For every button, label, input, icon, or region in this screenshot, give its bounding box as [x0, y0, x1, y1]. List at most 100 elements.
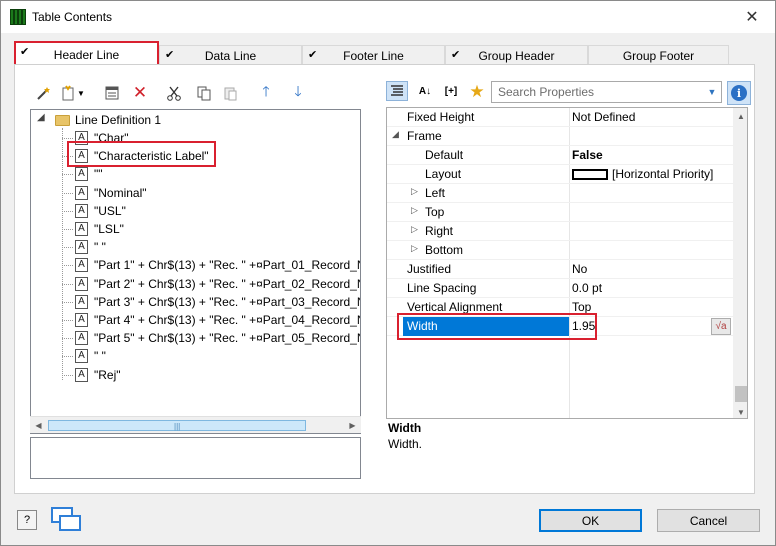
tree-root-line-definition[interactable]: ◢ Line Definition 1: [31, 111, 360, 129]
tab-footer-line[interactable]: ✔ Footer Line: [302, 45, 445, 66]
cancel-button[interactable]: Cancel: [657, 509, 760, 532]
paste-icon[interactable]: [219, 83, 241, 103]
tree-item[interactable]: A "Part 1" + Chr$(13) + "Rec. " +¤Part_01…: [31, 256, 361, 274]
tree-item-label: "Nominal": [94, 185, 147, 200]
windows-icon[interactable]: [51, 507, 83, 533]
tree-item[interactable]: A "USL": [31, 202, 360, 220]
collapse-arrow-icon[interactable]: ◢: [392, 129, 399, 140]
property-row[interactable]: Fixed Height Not Defined: [387, 108, 733, 127]
tab-content-panel: ▼ ✕ 🡑 🡓 ◢ Line Definition 1 A "Char" A "…: [14, 64, 755, 494]
property-value[interactable]: [Horizontal Priority]: [612, 167, 713, 181]
property-row[interactable]: Default False: [387, 146, 733, 165]
categorized-icon[interactable]: [386, 81, 408, 101]
move-up-icon[interactable]: 🡑: [255, 83, 277, 103]
magic-wand-icon[interactable]: [33, 83, 55, 103]
property-row[interactable]: Width 1.95 √a: [387, 317, 733, 336]
ok-button[interactable]: OK: [539, 509, 642, 532]
property-value[interactable]: 1.95: [572, 319, 595, 333]
tree-item-label: "": [94, 167, 103, 182]
tree-item[interactable]: A "LSL": [31, 220, 360, 238]
property-name: Line Spacing: [407, 281, 477, 295]
scroll-thumb[interactable]: |||: [48, 420, 306, 431]
property-grid[interactable]: Fixed Height Not Defined ◢ Frame Default Fals…: [386, 107, 748, 419]
scroll-left-icon[interactable]: ◀: [31, 419, 46, 432]
check-icon: ✔: [451, 49, 461, 61]
tab-group-footer[interactable]: Group Footer: [588, 45, 729, 66]
property-name: Bottom: [425, 243, 464, 257]
tree-horizontal-scrollbar[interactable]: ◀ ||| ▶: [30, 416, 361, 433]
tree-item-label: "Rej": [94, 367, 121, 382]
tree-item[interactable]: A "Part 4" + Chr$(13) + "Rec. " +¤Part_04…: [31, 311, 360, 329]
scroll-right-icon[interactable]: ▶: [345, 419, 360, 432]
scroll-thumb[interactable]: [735, 386, 747, 402]
property-row[interactable]: Line Spacing 0.0 pt: [387, 279, 733, 298]
collapse-arrow-icon[interactable]: ◢: [37, 112, 45, 123]
move-down-icon[interactable]: 🡓: [287, 83, 309, 103]
close-button[interactable]: ✕: [729, 1, 775, 32]
info-button[interactable]: i: [727, 81, 751, 105]
expand-collapse-icon[interactable]: [+]: [438, 81, 464, 101]
property-row[interactable]: Justified No: [387, 260, 733, 279]
frame-layout-swatch: [572, 169, 608, 180]
help-button[interactable]: ?: [17, 510, 37, 530]
properties-icon[interactable]: [101, 83, 123, 103]
tree-item[interactable]: A "Characteristic Label": [31, 147, 360, 165]
tree-item-label: "Part 2" + Chr$(13) + "Rec. " +¤Part_02_…: [94, 276, 361, 291]
tree-item[interactable]: A "Part 3" + Chr$(13) + "Rec. " +¤Part_03…: [31, 293, 360, 311]
property-row[interactable]: ◢ Frame: [387, 127, 733, 146]
scroll-up-icon[interactable]: ▲: [733, 108, 747, 124]
tree-item[interactable]: A "Part 5" + Chr$(13) + "Rec. " +¤Part_05…: [31, 329, 360, 347]
search-properties-input[interactable]: Search Properties ▼: [491, 81, 722, 103]
property-vertical-scrollbar[interactable]: ▲ ▼: [733, 108, 747, 418]
property-value[interactable]: False: [572, 148, 603, 162]
tree-item[interactable]: A "": [31, 165, 360, 183]
favorite-star-icon[interactable]: ★: [466, 82, 488, 102]
scroll-down-icon[interactable]: ▼: [733, 404, 747, 418]
tab-label: Group Header: [478, 49, 555, 63]
property-name: Right: [425, 224, 454, 238]
expand-arrow-icon[interactable]: ▷: [411, 186, 418, 197]
expand-arrow-icon[interactable]: ▷: [411, 224, 418, 235]
search-dropdown-icon[interactable]: ▼: [704, 83, 720, 101]
preview-box: [30, 437, 361, 479]
property-row[interactable]: Vertical Alignment Top: [387, 298, 733, 317]
tree-item[interactable]: A "Rej": [31, 366, 360, 384]
tree-item-label: "USL": [94, 203, 126, 218]
property-row[interactable]: ▷ Top: [387, 203, 733, 222]
property-value[interactable]: No: [572, 262, 587, 276]
tree-item[interactable]: A " ": [31, 238, 360, 256]
tree-item[interactable]: A "Nominal": [31, 184, 360, 202]
sort-az-icon[interactable]: A↓: [414, 81, 436, 101]
tab-group-header[interactable]: ✔ Group Header: [445, 45, 588, 66]
property-row[interactable]: ▷ Right: [387, 222, 733, 241]
text-field-icon: A: [75, 222, 88, 236]
property-row[interactable]: Layout [Horizontal Priority]: [387, 165, 733, 184]
text-field-icon: A: [75, 167, 88, 182]
expand-arrow-icon[interactable]: ▷: [411, 243, 418, 254]
property-name: Layout: [425, 167, 462, 181]
cut-icon[interactable]: [163, 83, 185, 103]
tree-item-label: "Part 1" + Chr$(13) + "Rec. " +¤Part_01_…: [94, 258, 361, 273]
tree-item-label: " ": [94, 240, 106, 255]
text-field-icon: A: [75, 276, 88, 291]
text-field-icon: A: [75, 240, 88, 255]
property-value[interactable]: 0.0 pt: [572, 281, 602, 295]
property-value[interactable]: Top: [572, 300, 591, 314]
tab-data-line[interactable]: ✔ Data Line: [159, 45, 302, 66]
app-icon: [10, 9, 26, 25]
copy-icon[interactable]: [193, 83, 215, 103]
formula-button[interactable]: √a: [711, 318, 731, 335]
property-row[interactable]: ▷ Bottom: [387, 241, 733, 260]
tree-item[interactable]: A "Part 2" + Chr$(13) + "Rec. " +¤Part_02…: [31, 275, 361, 293]
line-definition-tree[interactable]: ◢ Line Definition 1 A "Char" A "Characteris…: [30, 109, 361, 434]
grip-icon: |||: [174, 422, 181, 431]
tree-item[interactable]: A "Char": [31, 129, 360, 147]
delete-icon[interactable]: ✕: [129, 83, 151, 103]
tab-bar: ✔ Header Line ✔ Data Line ✔ Footer Line …: [14, 42, 754, 66]
property-row[interactable]: ▷ Left: [387, 184, 733, 203]
dropdown-arrow-icon[interactable]: ▼: [75, 83, 87, 103]
property-value[interactable]: Not Defined: [572, 110, 635, 124]
tab-header-line[interactable]: ✔ Header Line: [14, 42, 159, 66]
tree-item[interactable]: A " ": [31, 347, 360, 365]
expand-arrow-icon[interactable]: ▷: [411, 205, 418, 216]
